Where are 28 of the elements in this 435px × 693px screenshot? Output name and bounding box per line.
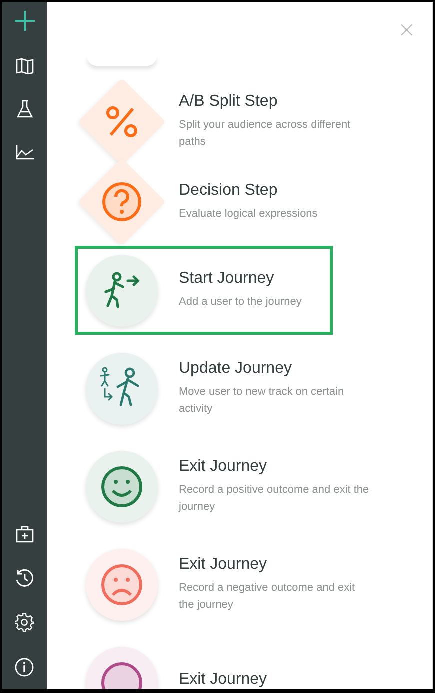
step-item[interactable]: Decision Step Evaluate logical expressions <box>75 162 375 242</box>
settings-icon[interactable] <box>15 613 34 632</box>
step-item[interactable]: Update Journey Move user to new track on certain activity <box>75 340 375 438</box>
step-item[interactable]: A/B Split Step Split your audience across different paths <box>75 82 375 162</box>
step-item[interactable]: Exit Journey Record a positive outcome and exit the journey <box>75 438 375 536</box>
step-description: Move user to new track on certain activity <box>179 385 346 417</box>
flask-icon[interactable] <box>16 100 32 118</box>
step-title: Exit Journey <box>179 671 268 689</box>
step-description: Record a negative outcome and exit the journey <box>179 581 356 613</box>
briefcase-plus-icon[interactable] <box>16 526 34 543</box>
step-title: Start Journey <box>179 270 276 288</box>
step-title: A/B Split Step <box>179 93 279 111</box>
info-icon[interactable] <box>15 658 34 677</box>
map-icon[interactable] <box>16 58 34 74</box>
add-icon[interactable] <box>14 10 36 32</box>
step-title: Exit Journey <box>179 458 268 476</box>
step-description: Split your audience across different paths <box>179 118 352 150</box>
step-item[interactable]: Exit Journey Record a negative outcome and exit the journey <box>75 536 375 634</box>
step-title: Exit Journey <box>179 556 268 574</box>
step-description: Add a user to the journey <box>179 295 303 310</box>
step-description: Evaluate logical expressions <box>179 206 319 222</box>
step-title: Decision Step <box>179 182 279 200</box>
step-title: Update Journey <box>179 360 293 378</box>
step-description: Record a positive outcome and exit the journey <box>179 483 370 515</box>
history-icon[interactable] <box>15 569 34 587</box>
step-item[interactable]: Exit Journey <box>75 634 375 689</box>
line-chart-icon[interactable] <box>16 144 34 160</box>
step-item[interactable]: Start Journey Add a user to the journey <box>75 246 333 335</box>
